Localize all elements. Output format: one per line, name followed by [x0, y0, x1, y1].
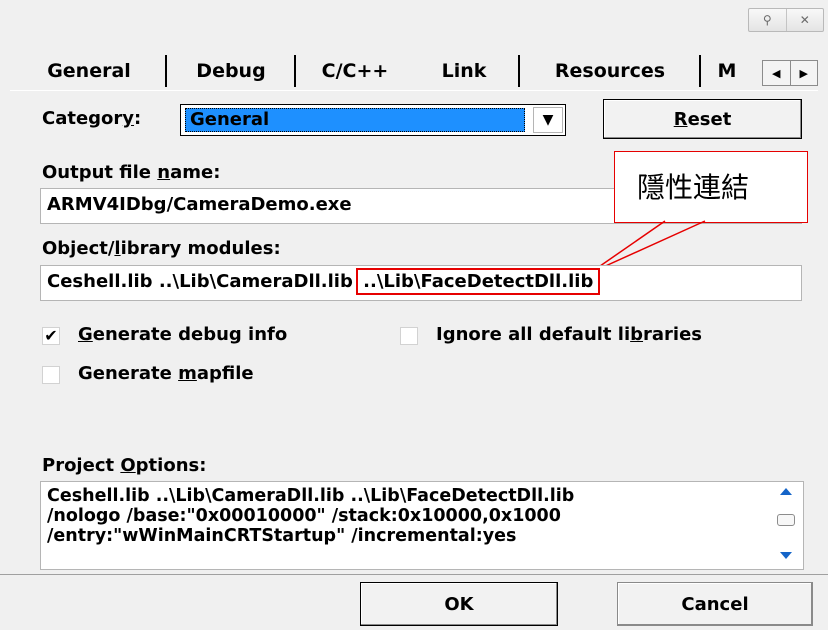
scroll-up-icon[interactable]	[780, 488, 792, 495]
scroll-thumb[interactable]	[777, 514, 795, 526]
tab-resources[interactable]: Resources	[522, 53, 698, 89]
tab-scroll-buttons: ◀ ▶	[762, 60, 818, 86]
tab-general[interactable]: General	[14, 53, 164, 89]
tab-separator	[165, 55, 167, 87]
category-selected-value-box: General	[185, 108, 525, 132]
tab-strip: General Debug C/C++ Link Resources M	[14, 53, 762, 89]
scroll-right-icon[interactable]: ▶	[789, 61, 818, 85]
tab-debug[interactable]: Debug	[169, 53, 293, 89]
footer-divider	[0, 574, 828, 575]
reset-button[interactable]: Reset	[603, 99, 802, 139]
category-select[interactable]: General ▼	[180, 104, 566, 136]
generate-mapfile-checkbox[interactable]	[42, 366, 60, 384]
annotation-text: 隱性連結	[637, 171, 750, 204]
project-options-line: Ceshell.lib ..\Lib\CameraDll.lib ..\Lib\…	[47, 486, 575, 506]
project-options-label: Project Options:	[42, 455, 207, 476]
category-label: Category:	[42, 108, 142, 129]
cancel-button[interactable]: Cancel	[617, 582, 813, 626]
help-icon[interactable]: ⚲	[749, 9, 786, 31]
generate-mapfile-label: Generate mapfile	[78, 363, 254, 384]
tab-link[interactable]: Link	[414, 53, 514, 89]
tab-cpp[interactable]: C/C++	[298, 53, 412, 89]
generate-debug-checkbox[interactable]: ✔	[42, 327, 60, 345]
title-buttons: ⚲ ✕	[748, 8, 824, 32]
tab-separator	[294, 55, 296, 87]
project-options-scrollbar[interactable]	[777, 486, 795, 564]
category-value: General	[190, 109, 270, 130]
ok-button[interactable]: OK	[360, 582, 558, 626]
output-file-value: ARMV4IDbg/CameraDemo.exe	[47, 194, 352, 215]
output-label: Output file name:	[42, 162, 221, 183]
highlighted-module: ..\Lib\FaceDetectDll.lib	[356, 268, 601, 295]
generate-debug-label: Generate debug info	[78, 324, 288, 345]
ignore-libraries-label: Ignore all default libraries	[436, 324, 703, 345]
project-options-line: /entry:"wWinMainCRTStartup" /incremental…	[47, 526, 517, 546]
tab-divider	[10, 90, 818, 91]
scroll-left-icon[interactable]: ◀	[763, 61, 790, 85]
project-options-textarea[interactable]: Ceshell.lib ..\Lib\CameraDll.lib ..\Lib\…	[40, 481, 804, 570]
close-icon[interactable]: ✕	[785, 9, 824, 31]
ignore-libraries-checkbox[interactable]	[400, 327, 418, 345]
tab-separator	[518, 55, 520, 87]
tab-more[interactable]: M	[704, 53, 750, 89]
project-options-text: Ceshell.lib ..\Lib\CameraDll.lib ..\Lib\…	[47, 486, 574, 546]
modules-label: Object/library modules:	[42, 238, 281, 259]
modules-field[interactable]: Ceshell.lib ..\Lib\CameraDll.lib ..\Lib\…	[40, 265, 802, 301]
modules-value: Ceshell.lib ..\Lib\CameraDll.lib ..\Lib\…	[47, 268, 601, 295]
tab-separator	[699, 55, 701, 87]
project-options-line: /nologo /base:"0x00010000" /stack:0x1000…	[47, 506, 561, 526]
scroll-down-icon[interactable]	[780, 552, 792, 559]
chevron-down-icon[interactable]: ▼	[533, 107, 563, 133]
annotation-callout: 隱性連結	[614, 151, 808, 223]
